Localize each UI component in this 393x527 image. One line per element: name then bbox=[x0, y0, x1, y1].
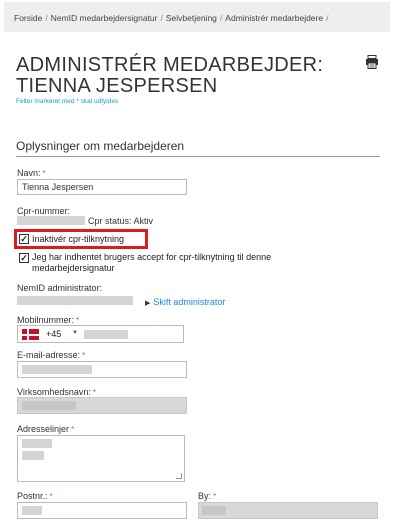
breadcrumb-item-administer[interactable]: Administrér medarbejdere bbox=[225, 13, 323, 23]
email-field[interactable] bbox=[17, 361, 187, 378]
address-redacted-line2 bbox=[22, 451, 44, 460]
address-redacted-line1 bbox=[22, 439, 52, 448]
cpr-number-redacted bbox=[17, 216, 85, 225]
postal-field[interactable] bbox=[17, 502, 187, 519]
required-star: * bbox=[42, 169, 46, 178]
company-redacted bbox=[22, 401, 76, 410]
breadcrumb-item-nemid[interactable]: NemID medarbejdersignatur bbox=[51, 13, 158, 23]
breadcrumb-separator: / bbox=[326, 13, 329, 23]
required-star: * bbox=[76, 316, 80, 325]
breadcrumb-separator: / bbox=[219, 13, 223, 23]
mobile-label-text: Mobilnummer: bbox=[17, 315, 75, 325]
required-note: Felter markeret med * skal udfyldes bbox=[16, 98, 119, 105]
mobile-label: Mobilnummer: * bbox=[17, 315, 79, 325]
company-label-text: Virksomhedsnavn: bbox=[17, 387, 91, 397]
triangle-right-icon: ▶ bbox=[145, 300, 151, 307]
accept-checkbox[interactable]: ✓ bbox=[19, 253, 29, 263]
breadcrumb-separator: / bbox=[45, 13, 48, 23]
city-label-text: By: bbox=[198, 491, 212, 501]
nemid-admin-label: NemID administrator: bbox=[17, 283, 103, 293]
mobile-field[interactable]: +45 ▼ bbox=[17, 325, 184, 343]
required-star: * bbox=[213, 492, 217, 501]
mobile-number-redacted bbox=[84, 330, 128, 339]
name-label-text: Navn: bbox=[17, 168, 41, 178]
cpr-status: Cpr status: Aktiv bbox=[88, 216, 154, 226]
breadcrumb-item-home[interactable]: Forside bbox=[14, 13, 42, 23]
section-divider bbox=[16, 156, 380, 157]
required-star: * bbox=[49, 492, 53, 501]
dial-code[interactable]: +45 bbox=[46, 329, 61, 339]
deactivate-cpr-checkbox[interactable]: ✓ bbox=[19, 234, 29, 244]
page-title-line2: TIENNA JESPERSEN bbox=[16, 75, 218, 97]
postal-label-text: Postnr.: bbox=[17, 491, 48, 501]
address-label: Adresselinjer * bbox=[17, 424, 74, 434]
page-title-line1: ADMINISTRÉR MEDARBEJDER: bbox=[16, 54, 324, 76]
page-title: ADMINISTRÉR MEDARBEJDER: TIENNA JESPERSE… bbox=[16, 55, 323, 97]
required-star: * bbox=[82, 351, 86, 360]
company-field bbox=[17, 397, 187, 414]
postal-label: Postnr.: * bbox=[17, 491, 53, 501]
breadcrumb-item-selfservice[interactable]: Selvbetjening bbox=[166, 13, 217, 23]
email-label-text: E-mail-adresse: bbox=[17, 350, 81, 360]
deactivate-cpr-label: Inaktivér cpr-tilknytning bbox=[32, 234, 125, 244]
email-label: E-mail-adresse: * bbox=[17, 350, 85, 360]
printer-icon[interactable] bbox=[365, 55, 379, 69]
breadcrumb-separator: / bbox=[160, 13, 163, 23]
resize-handle[interactable] bbox=[176, 473, 182, 479]
city-field bbox=[198, 502, 378, 519]
section-title: Oplysninger om medarbejderen bbox=[16, 139, 185, 153]
address-field[interactable] bbox=[17, 435, 185, 482]
cpr-label: Cpr-nummer: bbox=[17, 206, 71, 216]
change-admin-link[interactable]: ▶ Skift administrator bbox=[145, 297, 225, 307]
email-redacted bbox=[22, 365, 92, 374]
nemid-admin-redacted bbox=[17, 296, 133, 305]
denmark-flag-icon bbox=[22, 329, 39, 340]
postal-redacted bbox=[22, 506, 42, 515]
city-redacted bbox=[202, 506, 226, 515]
name-field[interactable]: Tienna Jespersen bbox=[17, 179, 187, 195]
address-label-text: Adresselinjer bbox=[17, 424, 70, 434]
change-admin-link-text: Skift administrator bbox=[153, 297, 226, 307]
required-star: * bbox=[92, 388, 96, 397]
accept-label: Jeg har indhentet brugers accept for cpr… bbox=[32, 252, 272, 273]
breadcrumb: Forside / NemID medarbejdersignatur / Selvbe… bbox=[4, 2, 390, 32]
required-star: * bbox=[71, 425, 75, 434]
company-label: Virksomhedsnavn: * bbox=[17, 387, 96, 397]
chevron-down-icon[interactable]: ▼ bbox=[72, 330, 78, 336]
name-label: Navn: * bbox=[17, 168, 46, 178]
city-label: By: * bbox=[198, 491, 216, 501]
